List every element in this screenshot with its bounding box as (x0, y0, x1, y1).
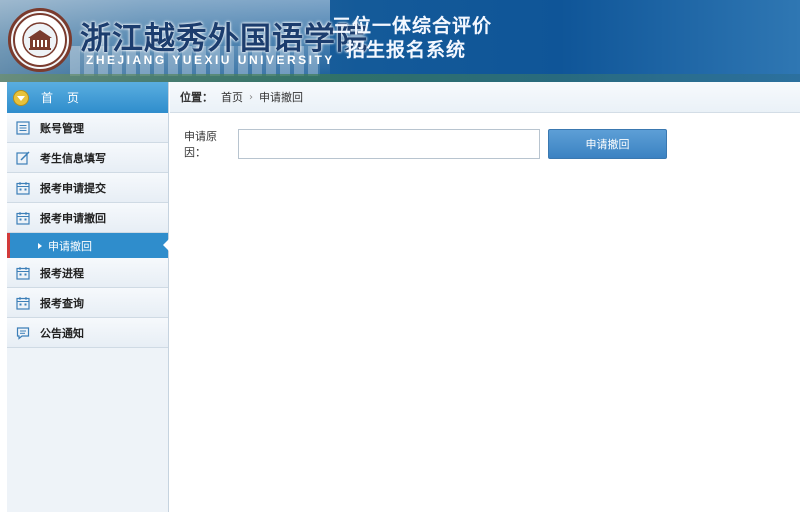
sidebar-item-candidate-info[interactable]: 考生信息填写 (7, 143, 168, 173)
list-icon (16, 120, 30, 135)
system-title-line2: 招生报名系统 (346, 39, 467, 61)
breadcrumb-separator: › (249, 91, 253, 103)
reason-input[interactable] (238, 129, 540, 159)
calendar-icon (16, 211, 30, 225)
sidebar-item-apply-withdraw[interactable]: 报考申请撤回 (7, 203, 168, 233)
message-icon (16, 326, 30, 340)
sidebar-item-label: 报考申请撤回 (40, 211, 106, 225)
active-indicator (163, 239, 169, 251)
calendar-icon (16, 296, 30, 310)
header-band (0, 74, 800, 82)
sidebar-item-apply-submit[interactable]: 报考申请提交 (7, 173, 168, 203)
withdraw-form: 申请原因： 申请撤回 (184, 128, 667, 160)
withdraw-submit-button[interactable]: 申请撤回 (548, 129, 667, 159)
breadcrumb-label: 位置： (180, 91, 213, 104)
breadcrumb-home-link[interactable]: 首页 (221, 89, 243, 105)
sidebar-item-progress[interactable]: 报考进程 (7, 258, 168, 288)
university-seal-icon (8, 8, 72, 72)
calendar-icon (16, 266, 30, 280)
school-name-en: ZHEJIANG YUEXIU UNIVERSITY (86, 53, 335, 67)
header-banner: 浙江越秀外国语学院 ZHEJIANG YUEXIU UNIVERSITY 三位一… (0, 0, 800, 82)
calendar-icon (16, 181, 30, 195)
sidebar-item-label: 考生信息填写 (40, 151, 106, 165)
sidebar-item-account[interactable]: 账号管理 (7, 113, 168, 143)
breadcrumb: 位置： 首页 › 申请撤回 (170, 82, 800, 113)
sidebar-home-label: 首页 (41, 91, 94, 105)
sidebar-item-label: 报考进程 (40, 266, 84, 280)
sidebar-nav: 首页 账号管理 考生信息填写 报考申请提交 报考申请撤回 申请撤回 报考进程 报… (7, 82, 169, 512)
sidebar-item-query[interactable]: 报考查询 (7, 288, 168, 318)
sidebar-item-label: 公告通知 (40, 326, 84, 340)
system-title-line1: 三位一体综合评价 (332, 15, 493, 37)
chevron-down-circle-icon (13, 89, 29, 106)
sidebar-subitem-withdraw[interactable]: 申请撤回 (7, 233, 169, 258)
school-name-cn: 浙江越秀外国语学院 (80, 21, 368, 57)
sidebar-subitem-label: 申请撤回 (48, 239, 92, 253)
caret-right-icon (38, 242, 42, 249)
sidebar-home[interactable]: 首页 (7, 82, 168, 113)
sidebar-item-label: 账号管理 (40, 121, 84, 135)
edit-icon (16, 150, 30, 165)
breadcrumb-current: 申请撤回 (259, 91, 303, 104)
sidebar-item-label: 报考申请提交 (40, 181, 106, 195)
system-title: 三位一体综合评价 招生报名系统 (332, 14, 542, 62)
sidebar-item-label: 报考查询 (40, 296, 84, 310)
reason-label: 申请原因： (184, 130, 217, 159)
sidebar-item-notice[interactable]: 公告通知 (7, 318, 168, 348)
